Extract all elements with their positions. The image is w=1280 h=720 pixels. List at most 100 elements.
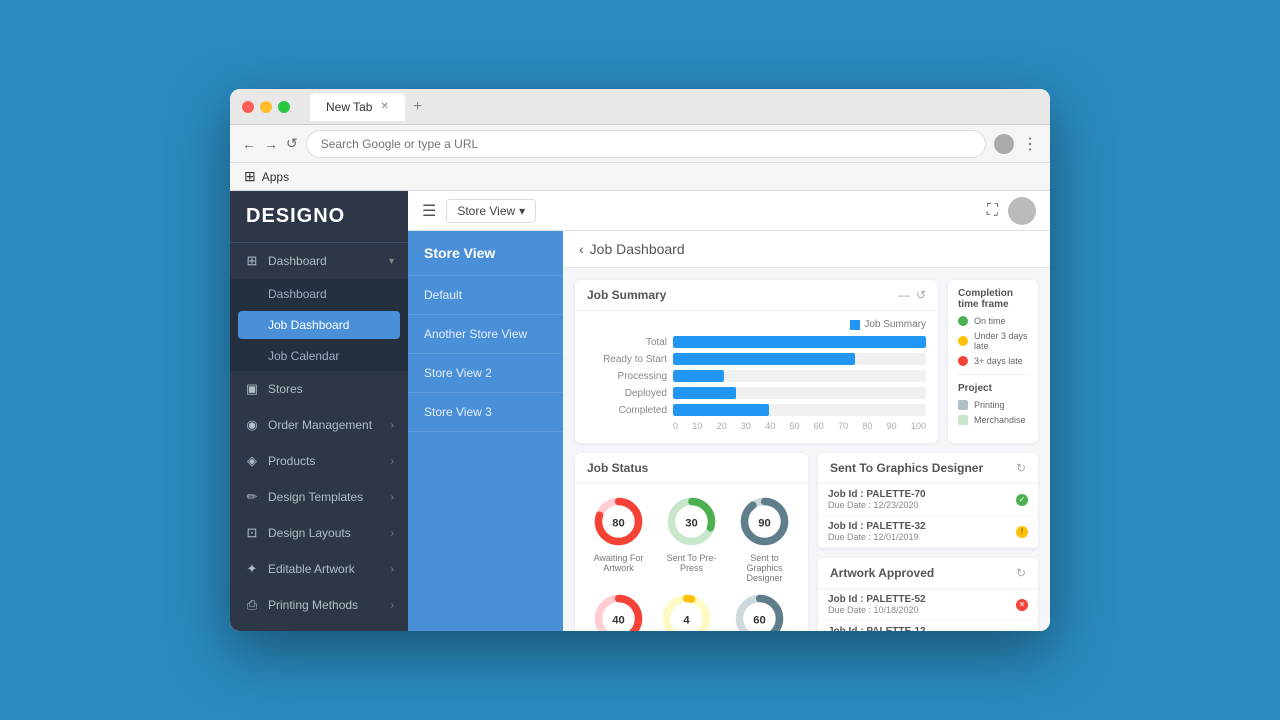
- sidebar-item-printing-methods[interactable]: ⎙ Printing Methods ›: [230, 587, 408, 623]
- order-management-icon: ◉: [244, 417, 260, 433]
- top-bar-right: ⛶: [987, 197, 1036, 225]
- legend-item-summary: Job Summary: [850, 319, 926, 330]
- job-id-32: Job Id : PALETTE-32: [828, 521, 1010, 532]
- dashboard-breadcrumb: ‹ Job Dashboard: [563, 231, 1050, 268]
- sidebar-sub-dashboard[interactable]: Dashboard: [230, 279, 408, 309]
- sent-graphics-refresh[interactable]: ↻: [1016, 461, 1026, 475]
- store-view-dropdown[interactable]: Store View ▾: [446, 199, 536, 223]
- user-avatar[interactable]: [1008, 197, 1036, 225]
- sidebar-item-products[interactable]: ◈ Products ›: [230, 443, 408, 479]
- chevron-right-icon-6: ›: [391, 600, 394, 611]
- legend-card: Completion time frame On time Under 3 da…: [948, 280, 1038, 443]
- job-entry-palette52: Job Id : PALETTE-52 Due Date : 10/18/202…: [818, 589, 1038, 621]
- top-row: Job Summary — ↺: [575, 280, 1038, 443]
- svg-text:90: 90: [758, 518, 771, 530]
- forward-button[interactable]: →: [264, 136, 278, 152]
- job-due-70: Due Date : 12/23/2020: [828, 500, 1010, 510]
- refresh-card-button[interactable]: ↺: [916, 288, 926, 302]
- legend-printing-dot: [958, 400, 968, 410]
- bar-track-completed: [673, 404, 926, 416]
- minimize-card-button[interactable]: —: [898, 288, 910, 302]
- tab-close-button[interactable]: ✕: [380, 101, 388, 112]
- store-panel-another[interactable]: Another Store View: [408, 315, 563, 354]
- donut-chart-1: 80: [591, 494, 646, 549]
- donut-label-2: Sent To Pre-Press: [659, 553, 724, 573]
- job-entry-palette70: Job Id : PALETTE-70 Due Date : 12/23/202…: [818, 484, 1038, 516]
- dashboard-icon: ⊞: [244, 253, 260, 269]
- bar-track-processing: [673, 370, 926, 382]
- app-container: DESIGNO ⊞ Dashboard ▾ Dashboard Job Dash…: [230, 191, 1050, 631]
- card-actions: — ↺: [898, 288, 926, 302]
- store-panel-default[interactable]: Default: [408, 276, 563, 315]
- editable-artwork-icon: ✦: [244, 561, 260, 577]
- browser-menu-button[interactable]: ⋮: [1022, 134, 1038, 154]
- sidebar-item-design-templates[interactable]: ✏ Design Templates ›: [230, 479, 408, 515]
- sidebar-sub-job-calendar[interactable]: Job Calendar: [230, 341, 408, 371]
- legend-under-3: Under 3 days late: [958, 331, 1028, 351]
- bar-fill-total: [673, 336, 926, 348]
- job-due-52: Due Date : 10/18/2020: [828, 605, 1010, 615]
- apps-grid-icon: ⊞: [244, 168, 256, 185]
- job-status-card: Job Status 80: [575, 453, 808, 631]
- svg-text:80: 80: [612, 518, 625, 530]
- apps-bar: ⊞ Apps: [230, 163, 1050, 191]
- stores-icon: ▣: [244, 381, 260, 397]
- job-entry-32-info: Job Id : PALETTE-32 Due Date : 12/01/201…: [828, 521, 1010, 542]
- sidebar-item-order-management[interactable]: ◉ Order Management ›: [230, 407, 408, 443]
- legend-project-title: Project: [958, 383, 1028, 394]
- chevron-right-icon-2: ›: [391, 456, 394, 467]
- donut-folding: 4 Folding Completed: [654, 591, 719, 631]
- donut-awaiting-artwork: 80 Awaiting For Artwork: [586, 494, 651, 583]
- url-bar[interactable]: [306, 130, 986, 158]
- main-area: ☰ Store View ▾ ⛶ Store View Default Anot…: [408, 191, 1050, 631]
- chevron-right-icon-4: ›: [391, 528, 394, 539]
- donut-label-3: Sent to Graphics Designer: [732, 553, 797, 583]
- legend-printing: Printing: [958, 400, 1028, 410]
- maximize-button[interactable]: [278, 101, 290, 113]
- minimize-button[interactable]: [260, 101, 272, 113]
- donut-sent-graphics: 90 Sent to Graphics Designer: [732, 494, 797, 583]
- job-entry-palette32: Job Id : PALETTE-32 Due Date : 12/01/201…: [818, 516, 1038, 548]
- close-button[interactable]: [242, 101, 254, 113]
- job-status-title: Job Status: [587, 461, 648, 475]
- legend-under-3-label: Under 3 days late: [974, 331, 1028, 351]
- reload-button[interactable]: ↺: [286, 135, 298, 152]
- bar-chart: Job Summary Total: [575, 311, 938, 443]
- sidebar-item-editable-artwork[interactable]: ✦ Editable Artwork ›: [230, 551, 408, 587]
- apps-label: Apps: [262, 170, 289, 184]
- artwork-approved-refresh[interactable]: ↻: [1016, 566, 1026, 580]
- sidebar-item-design-layouts[interactable]: ⊡ Design Layouts ›: [230, 515, 408, 551]
- store-panel-view3[interactable]: Store View 3: [408, 393, 563, 432]
- content-body: Store View Default Another Store View St…: [408, 231, 1050, 631]
- sent-graphics-card: Sent To Graphics Designer ↻ Job Id : PAL…: [818, 453, 1038, 548]
- store-panel-view2[interactable]: Store View 2: [408, 354, 563, 393]
- hamburger-icon[interactable]: ☰: [422, 201, 436, 221]
- new-tab-button[interactable]: +: [413, 98, 422, 116]
- fullscreen-icon[interactable]: ⛶: [987, 202, 998, 220]
- active-tab[interactable]: New Tab ✕: [310, 93, 405, 121]
- svg-text:4: 4: [683, 615, 690, 627]
- back-button[interactable]: ←: [242, 136, 256, 152]
- job-id-12: Job Id : PALETTE-12: [828, 626, 1010, 631]
- legend-printing-label: Printing: [974, 400, 1005, 410]
- svg-text:40: 40: [612, 615, 625, 627]
- sidebar-sub-job-dashboard[interactable]: Job Dashboard: [238, 311, 400, 339]
- store-panel: Store View Default Another Store View St…: [408, 231, 563, 631]
- legend-label-summary: Job Summary: [864, 319, 926, 330]
- dashboard-submenu: Dashboard Job Dashboard Job Calendar: [230, 279, 408, 371]
- artwork-approved-title: Artwork Approved: [830, 566, 934, 580]
- job-entry-70-info: Job Id : PALETTE-70 Due Date : 12/23/202…: [828, 489, 1010, 510]
- dashboard-grid: Job Summary — ↺: [563, 268, 1050, 631]
- donut-die-cutting: 40 Die-cutting: [591, 591, 646, 631]
- bar-row-ready: Ready to Start: [587, 353, 926, 365]
- job-due-32: Due Date : 12/01/2019: [828, 532, 1010, 542]
- bar-label-deployed: Deployed: [587, 388, 667, 399]
- sidebar-item-stores[interactable]: ▣ Stores: [230, 371, 408, 407]
- bar-row-completed: Completed: [587, 404, 926, 416]
- legend-3plus-dot: [958, 356, 968, 366]
- sidebar-item-dashboard[interactable]: ⊞ Dashboard ▾: [230, 243, 408, 279]
- dashboard-panel: ‹ Job Dashboard Job Summary —: [563, 231, 1050, 631]
- bar-chart-legend: Job Summary: [587, 319, 926, 330]
- top-bar: ☰ Store View ▾ ⛶: [408, 191, 1050, 231]
- bar-label-processing: Processing: [587, 371, 667, 382]
